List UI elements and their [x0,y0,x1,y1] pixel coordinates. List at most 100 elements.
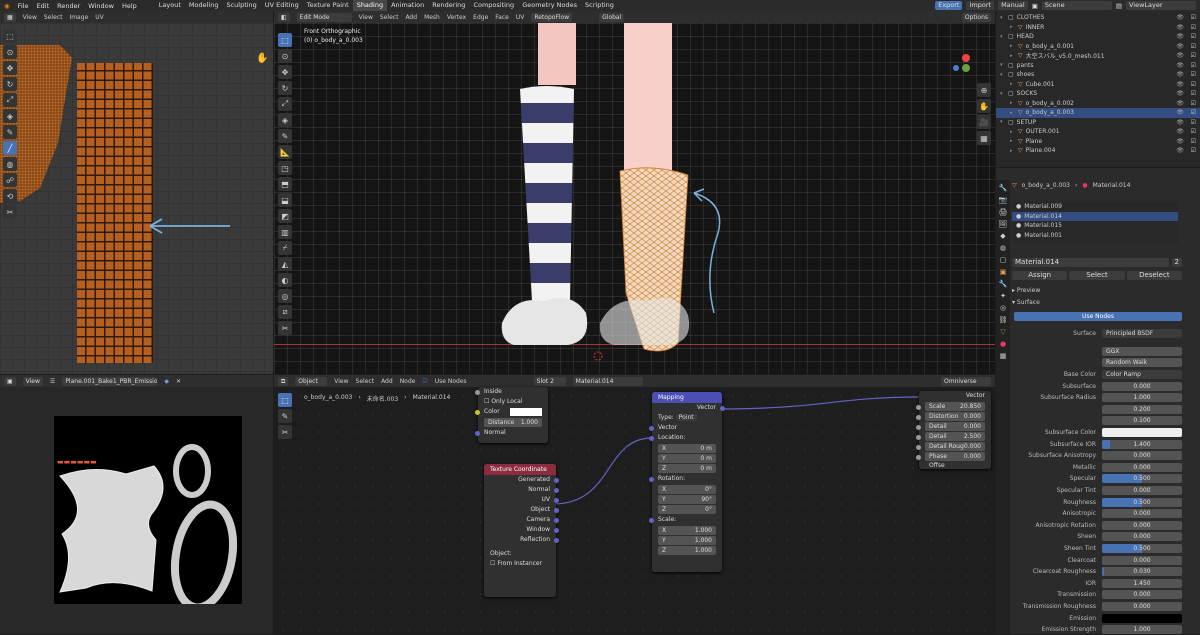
editor-type-icon[interactable]: ▦ [4,12,16,22]
workspace-tab-animation[interactable]: Animation [387,0,428,11]
texco-output-generated[interactable]: Generated [484,475,559,485]
vp-knife-tool[interactable]: ⌿ [278,241,292,255]
distribution-dropdown[interactable]: GGX [1102,346,1182,356]
mapping-loc-y-field[interactable]: Y0 m [658,454,716,463]
menu-file[interactable]: File [18,2,29,10]
visibility-eye-icon[interactable]: 👁 [1176,62,1184,69]
visibility-eye-icon[interactable]: 👁 [1176,128,1184,135]
include-checkbox[interactable]: ☑ [1191,24,1196,31]
scene-selector[interactable]: Scene [1041,1,1112,10]
vp-menu-edge[interactable]: Edge [473,14,488,21]
expand-icon[interactable]: ▸ [1010,138,1018,144]
outliner-item[interactable]: ▸ ▽ OUTER.001 👁 ☑ [996,127,1200,137]
outliner-item[interactable]: ▸ ▽ Cube.001 👁 ☑ [996,80,1200,90]
outliner-item[interactable]: ▾ ▢ shoes 👁 ☑ [996,70,1200,80]
outliner-item[interactable]: ▾ ▢ SOCKS 👁 ☑ [996,89,1200,99]
from-instancer-checkbox[interactable]: ☐ [490,560,495,567]
mapping-scale-y-field[interactable]: Y 1.000 [658,536,716,545]
outliner-item[interactable]: ▸ ▽ o_body_a_0.003 👁 ☑ [996,108,1200,118]
material-users[interactable]: 2 [1171,258,1182,267]
ne-menu-select[interactable]: Select [356,378,375,385]
property-value-field[interactable]: 0.000 [1102,462,1182,472]
visibility-eye-icon[interactable]: 👁 [1176,71,1184,78]
image-name-field[interactable]: Plane.001_Bake1_PBR_Emission [62,376,158,386]
use-nodes-checkbox[interactable]: ☑ [422,378,427,385]
texco-output-window[interactable]: Window [484,525,559,535]
expand-icon[interactable]: ▸ [1010,81,1018,87]
outliner-item[interactable]: ▾ ▢ SETUP 👁 ☑ [996,118,1200,128]
include-checkbox[interactable]: ☑ [1191,14,1196,21]
property-value-field[interactable] [1102,428,1182,438]
expand-icon[interactable]: ▾ [1000,15,1008,21]
expand-icon[interactable]: ▸ [1010,43,1018,49]
outliner-item[interactable]: ▸ ▽ INNER 👁 ☑ [996,23,1200,33]
noise-detail-roug-field[interactable]: Detail Roug 0.000 [916,442,985,451]
surface-panel-header[interactable]: ▾ Surface [1012,299,1040,306]
use-nodes-button[interactable]: Use Nodes [1014,312,1182,321]
viewport-type-icon[interactable]: ◧ [278,12,290,22]
vp-rotate-tool[interactable]: ↻ [278,81,292,95]
property-value-field[interactable]: 0.030 [1102,567,1182,577]
property-value-field[interactable]: 0.500 [1102,474,1182,484]
physics-tab-icon[interactable]: ◎ [1000,304,1006,312]
rip-tool[interactable]: ✂ [3,205,17,219]
vp-add-cube-tool[interactable]: ◳ [278,161,292,175]
include-checkbox[interactable]: ☑ [1191,100,1196,107]
texco-output-object[interactable]: Object [484,505,559,515]
include-checkbox[interactable]: ☑ [1191,138,1196,145]
particles-tab-icon[interactable]: ✦ [1000,292,1006,300]
texture-tab-icon[interactable]: ▦ [1000,352,1007,360]
ne-menu-add[interactable]: Add [381,378,393,385]
grab-tool[interactable]: ◍ [3,157,17,171]
transform-tool[interactable]: ◈ [3,109,17,123]
expand-icon[interactable]: ▾ [1000,72,1008,78]
include-checkbox[interactable]: ☑ [1191,128,1196,135]
retopoflow-button[interactable]: RetopoFlow [531,12,573,22]
texco-output-normal[interactable]: Normal [484,485,559,495]
expand-icon[interactable]: ▾ [1000,119,1008,125]
expand-icon[interactable]: ▸ [1010,129,1018,135]
rotate-tool[interactable]: ↻ [3,77,17,91]
data-tab-icon[interactable]: ▽ [1000,328,1005,336]
pan-icon[interactable]: ✋ [977,99,991,113]
hand-pan-icon[interactable]: ✋ [256,53,268,64]
assign-button[interactable]: Assign [1012,271,1068,280]
visibility-eye-icon[interactable]: 👁 [1176,147,1184,154]
perspective-icon[interactable]: ▦ [977,131,991,145]
visibility-eye-icon[interactable]: 👁 [1176,43,1184,50]
shader-type-selector[interactable]: Object [295,376,328,386]
workspace-tab-layout[interactable]: Layout [155,0,185,11]
menu-help[interactable]: Help [122,2,137,10]
vp-menu-mesh[interactable]: Mesh [424,14,440,21]
vp-menu-uv[interactable]: UV [516,14,525,21]
menu-render[interactable]: Render [57,2,80,10]
relax-tool[interactable]: ☍ [3,173,17,187]
noise-phase-offse-field[interactable]: Phase Offse 0.000 [916,452,985,469]
material-slot[interactable]: ● Material.015 [1012,221,1178,231]
node-canvas[interactable]: o_body_a_0.003 › 未命名.003 › Material.014 ⬚ … [274,387,995,634]
expand-icon[interactable]: ▾ [1000,34,1008,40]
outliner-item[interactable]: ▸ ▽ Plane.004 👁 ☑ [996,146,1200,156]
viewport-canvas[interactable]: Front Orthographic (0) o_body_a_0.003 ⬚ … [274,23,995,374]
texco-output-uv[interactable]: UV [484,495,559,505]
workspace-tab-uv-editing[interactable]: UV Editing [261,0,303,11]
visibility-eye-icon[interactable]: 👁 [1176,33,1184,40]
expand-icon[interactable]: ▸ [1010,53,1018,59]
property-value-field[interactable]: 0.000 [1102,509,1182,519]
image-list-icon[interactable]: ☰ [50,378,55,385]
world-tab-icon[interactable]: ◍ [1000,244,1006,252]
node-geometry-partial[interactable]: Inside ☐ Only Local Color Distance 1.000 Norm… [475,387,548,443]
vp-move-tool[interactable]: ✥ [278,65,292,79]
mapping-rot-z-field[interactable]: Z 0° [658,505,716,514]
options-button[interactable]: Options [961,12,991,22]
zoom-icon[interactable]: ⊕ [977,83,991,97]
noise-scale-field[interactable]: Scale 20.850 [916,402,985,411]
mapping-rot-x-field[interactable]: X 0° [658,485,716,494]
workspace-tab-scripting[interactable]: Scripting [581,0,618,11]
vp-shear-tool[interactable]: ⧄ [278,305,292,319]
texco-output-reflection[interactable]: Reflection [484,535,559,545]
visibility-eye-icon[interactable]: 👁 [1176,24,1184,31]
noise-detail-field[interactable]: Detail 0.000 [916,422,985,431]
outliner-item[interactable]: ▸ ▽ Plane 👁 ☑ [996,137,1200,147]
render-tab-icon[interactable]: 📷 [999,196,1008,204]
